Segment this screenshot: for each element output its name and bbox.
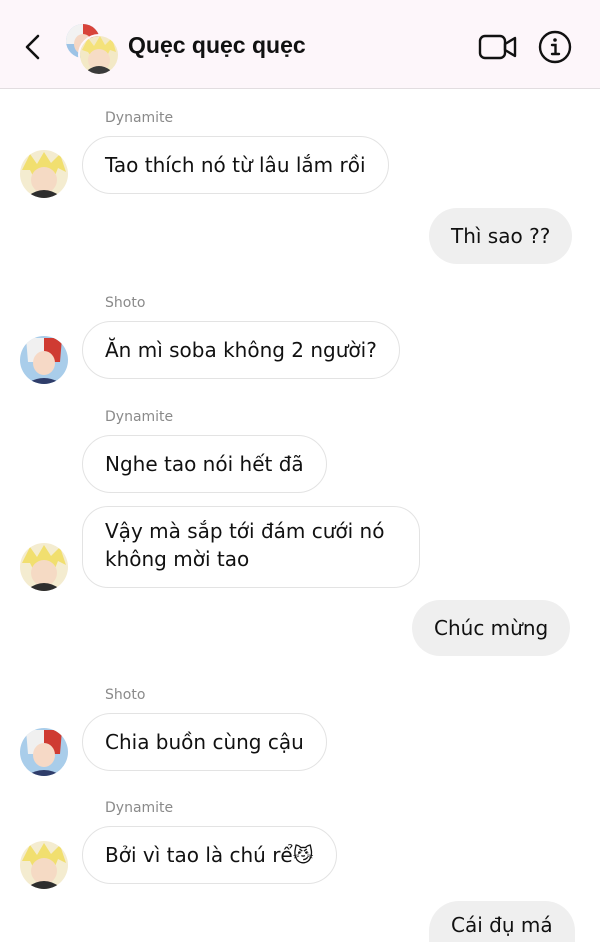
message-bubble[interactable]: Vậy mà sắp tới đám cưới nó không mời tao	[82, 506, 420, 588]
sender-name: Dynamite	[105, 110, 174, 126]
sender-name: Dynamite	[105, 409, 174, 425]
message-bubble-outgoing[interactable]: Thì sao ??	[429, 208, 573, 264]
message-bubble[interactable]: Chia buồn cùng cậu	[82, 713, 327, 771]
avatar-shoto[interactable]	[20, 728, 68, 776]
avatar-dynamite[interactable]	[20, 543, 68, 591]
sender-name: Shoto	[105, 295, 146, 311]
video-call-icon[interactable]	[478, 31, 518, 63]
sender-name: Dynamite	[105, 800, 174, 816]
message-bubble[interactable]: Ăn mì soba không 2 người?	[82, 321, 400, 379]
chat-header: Quẹc quẹc quẹc	[0, 0, 600, 89]
message-text: Bởi vì tao là chú rể	[105, 843, 293, 867]
message-bubble[interactable]: Bởi vì tao là chú rể😼	[82, 826, 337, 884]
avatar-dynamite[interactable]	[20, 150, 68, 198]
avatar-shoto[interactable]	[20, 336, 68, 384]
group-avatar[interactable]	[66, 24, 120, 76]
chat-title[interactable]: Quẹc quẹc quẹc	[128, 32, 306, 59]
message-bubble-outgoing[interactable]: Chúc mừng	[412, 600, 571, 656]
back-chevron-icon[interactable]	[18, 32, 48, 62]
avatar-dynamite[interactable]	[20, 841, 68, 889]
message-bubble[interactable]: Nghe tao nói hết đã	[82, 435, 327, 493]
avatar-dynamite-small	[78, 34, 120, 76]
smirking-cat-emoji-icon: 😼	[292, 843, 314, 867]
sender-name: Shoto	[105, 687, 146, 703]
message-bubble-outgoing[interactable]: Cái đụ má	[429, 901, 575, 942]
message-bubble[interactable]: Tao thích nó từ lâu lắm rồi	[82, 136, 389, 194]
info-icon[interactable]	[538, 30, 572, 64]
